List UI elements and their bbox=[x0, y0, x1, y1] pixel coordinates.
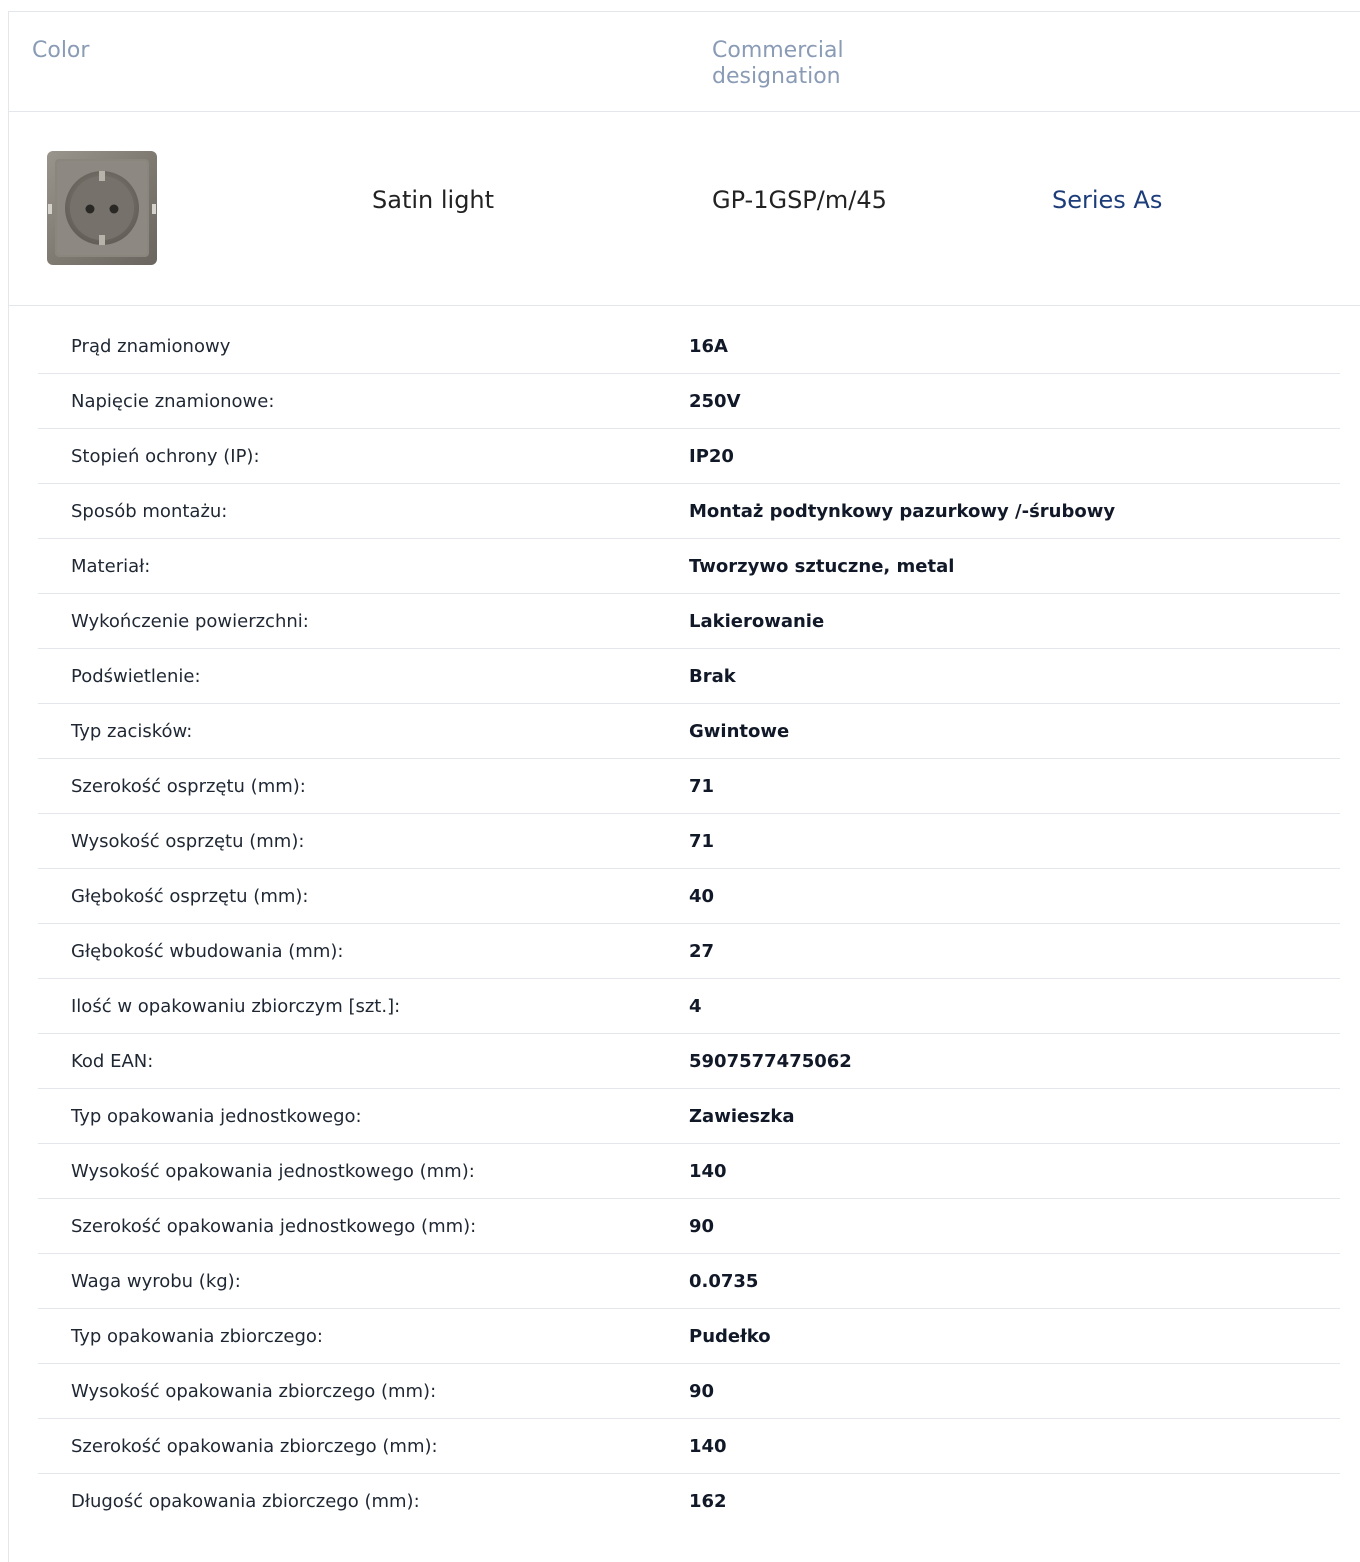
table-header: Color Commercial designation bbox=[9, 12, 1360, 112]
spec-value: Tworzywo sztuczne, metal bbox=[689, 555, 955, 577]
spec-value: 4 bbox=[689, 995, 702, 1017]
spec-value: Montaż podtynkowy pazurkowy /-śrubowy bbox=[689, 500, 1116, 522]
spec-label: Szerokość opakowania jednostkowego (mm): bbox=[71, 1215, 477, 1237]
spec-value: 250V bbox=[689, 390, 741, 412]
spec-value: 90 bbox=[689, 1215, 715, 1237]
spec-label: Typ zacisków: bbox=[71, 720, 193, 742]
spec-label: Prąd znamionowy bbox=[71, 335, 231, 357]
spec-row: Wysokość opakowania zbiorczego (mm): 90 bbox=[38, 1364, 1340, 1419]
spec-row: Długość opakowania zbiorczego (mm): 162 bbox=[38, 1474, 1340, 1529]
series-link[interactable]: Series As bbox=[1052, 186, 1162, 214]
spec-row: Szerokość opakowania jednostkowego (mm):… bbox=[38, 1199, 1340, 1254]
spec-value: 140 bbox=[689, 1160, 727, 1182]
spec-row: Wykończenie powierzchni: Lakierowanie bbox=[38, 594, 1340, 649]
spec-row: Waga wyrobu (kg): 0.0735 bbox=[38, 1254, 1340, 1309]
spec-value: 71 bbox=[689, 830, 715, 852]
commercial-designation-header: Commercial designation bbox=[712, 38, 844, 89]
spec-label: Szerokość opakowania zbiorczego (mm): bbox=[71, 1435, 438, 1457]
spec-row: Kod EAN: 5907577475062 bbox=[38, 1034, 1340, 1089]
spec-value: Gwintowe bbox=[689, 720, 790, 742]
spec-row: Głębokość wbudowania (mm): 27 bbox=[38, 924, 1340, 979]
product-row: Satin light GP-1GSP/m/45 Series As bbox=[9, 112, 1360, 306]
spec-row: Szerokość opakowania zbiorczego (mm): 140 bbox=[38, 1419, 1340, 1474]
spec-value: 27 bbox=[689, 940, 715, 962]
spec-label: Podświetlenie: bbox=[71, 665, 201, 687]
spec-row: Podświetlenie: Brak bbox=[38, 649, 1340, 704]
specifications-table: Prąd znamionowy 16A Napięcie znamionowe: 25… bbox=[38, 319, 1340, 1529]
spec-value: 40 bbox=[689, 885, 715, 907]
spec-label: Typ opakowania zbiorczego: bbox=[71, 1325, 323, 1347]
spec-label: Sposób montażu: bbox=[71, 500, 228, 522]
spec-row: Materiał: Tworzywo sztuczne, metal bbox=[38, 539, 1340, 594]
spec-row: Typ opakowania zbiorczego: Pudełko bbox=[38, 1309, 1340, 1364]
spec-row: Typ zacisków: Gwintowe bbox=[38, 704, 1340, 759]
spec-value: Zawieszka bbox=[689, 1105, 795, 1127]
spec-value: Pudełko bbox=[689, 1325, 771, 1347]
socket-thumbnail-icon bbox=[45, 149, 159, 267]
spec-value: 71 bbox=[689, 775, 715, 797]
spec-row: Głębokość osprzętu (mm): 40 bbox=[38, 869, 1340, 924]
spec-row: Sposób montażu: Montaż podtynkowy pazurko… bbox=[38, 484, 1340, 539]
spec-value: 0.0735 bbox=[689, 1270, 759, 1292]
spec-label: Głębokość osprzętu (mm): bbox=[71, 885, 309, 907]
spec-value: 5907577475062 bbox=[689, 1050, 852, 1072]
spec-row: Wysokość opakowania jednostkowego (mm): 1… bbox=[38, 1144, 1340, 1199]
spec-row: Napięcie znamionowe: 250V bbox=[38, 374, 1340, 429]
spec-label: Głębokość wbudowania (mm): bbox=[71, 940, 344, 962]
spec-row: Stopień ochrony (IP): IP20 bbox=[38, 429, 1340, 484]
spec-value: 140 bbox=[689, 1435, 727, 1457]
spec-row: Wysokość osprzętu (mm): 71 bbox=[38, 814, 1340, 869]
color-column-header: Color bbox=[32, 38, 90, 63]
spec-value: IP20 bbox=[689, 445, 734, 467]
spec-row: Typ opakowania jednostkowego: Zawieszka bbox=[38, 1089, 1340, 1144]
spec-value: 162 bbox=[689, 1491, 727, 1512]
spec-label: Wysokość osprzętu (mm): bbox=[71, 830, 305, 852]
spec-row: Ilość w opakowaniu zbiorczym [szt.]: 4 bbox=[38, 979, 1340, 1034]
spec-value: 90 bbox=[689, 1380, 715, 1402]
spec-value: Brak bbox=[689, 665, 736, 687]
spec-label: Długość opakowania zbiorczego (mm): bbox=[71, 1491, 420, 1512]
spec-label: Waga wyrobu (kg): bbox=[71, 1270, 241, 1292]
spec-value: 16A bbox=[689, 335, 728, 357]
spec-row: Prąd znamionowy 16A bbox=[38, 319, 1340, 374]
color-name: Satin light bbox=[372, 186, 495, 214]
spec-label: Typ opakowania jednostkowego: bbox=[71, 1105, 362, 1127]
spec-label: Stopień ochrony (IP): bbox=[71, 445, 260, 467]
spec-label: Wykończenie powierzchni: bbox=[71, 610, 309, 632]
spec-value: Lakierowanie bbox=[689, 610, 825, 632]
spec-label: Napięcie znamionowe: bbox=[71, 390, 275, 412]
spec-label: Materiał: bbox=[71, 555, 151, 577]
product-code: GP-1GSP/m/45 bbox=[712, 186, 887, 214]
spec-label: Ilość w opakowaniu zbiorczym [szt.]: bbox=[71, 995, 401, 1017]
spec-label: Szerokość osprzętu (mm): bbox=[71, 775, 306, 797]
spec-label: Wysokość opakowania zbiorczego (mm): bbox=[71, 1380, 437, 1402]
spec-label: Wysokość opakowania jednostkowego (mm): bbox=[71, 1160, 475, 1182]
spec-label: Kod EAN: bbox=[71, 1050, 154, 1072]
spec-row: Szerokość osprzętu (mm): 71 bbox=[38, 759, 1340, 814]
